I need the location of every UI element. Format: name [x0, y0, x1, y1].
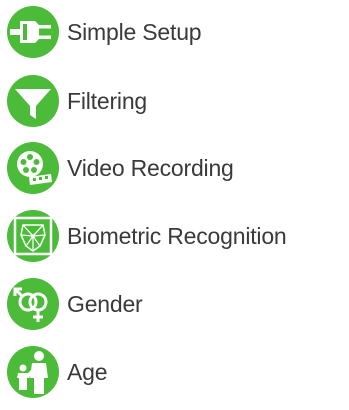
feature-simple-setup: Simple Setup	[5, 4, 202, 60]
feature-list: Simple Setup Filtering Video Recording B…	[0, 0, 349, 410]
gender-symbols-icon	[5, 276, 61, 332]
feature-label-biometric-recognition: Biometric Recognition	[67, 222, 287, 249]
feature-biometric-recognition: Biometric Recognition	[5, 208, 287, 264]
feature-age: Age	[5, 344, 108, 400]
feature-label-filtering: Filtering	[67, 87, 148, 114]
film-reel-icon	[5, 140, 61, 196]
feature-gender: Gender	[5, 276, 143, 332]
feature-label-simple-setup: Simple Setup	[67, 18, 202, 45]
feature-video-recording: Video Recording	[5, 140, 234, 196]
parent-child-icon	[5, 344, 61, 400]
feature-label-video-recording: Video Recording	[67, 154, 234, 181]
face-mesh-icon	[5, 208, 61, 264]
funnel-icon	[5, 73, 61, 129]
feature-label-gender: Gender	[67, 290, 143, 317]
feature-filtering: Filtering	[5, 73, 147, 129]
plug-icon	[5, 4, 61, 60]
feature-label-age: Age	[67, 358, 108, 385]
